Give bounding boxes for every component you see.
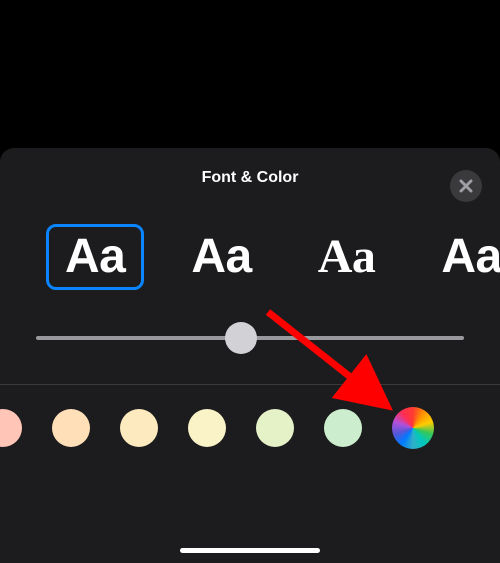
font-options-row: Aa Aa Aa Aa (0, 196, 500, 290)
font-option-serif[interactable]: Aa (299, 224, 395, 290)
font-option-rounded[interactable]: Aa (172, 224, 270, 290)
color-swatch-3[interactable] (188, 409, 226, 447)
home-indicator[interactable] (180, 548, 320, 553)
font-option-sans[interactable]: Aa (46, 224, 144, 290)
color-wheel-button[interactable] (392, 407, 434, 449)
close-icon (459, 179, 473, 193)
color-swatch-row (0, 385, 500, 449)
size-slider[interactable] (36, 322, 464, 354)
close-button[interactable] (450, 170, 482, 202)
panel-title: Font & Color (202, 169, 299, 187)
color-swatch-0[interactable] (0, 409, 22, 447)
slider-thumb[interactable] (225, 322, 257, 354)
panel-header: Font & Color (0, 148, 500, 196)
font-color-panel: Font & Color Aa Aa Aa Aa (0, 148, 500, 563)
color-swatch-1[interactable] (52, 409, 90, 447)
color-swatch-5[interactable] (324, 409, 362, 447)
color-swatch-2[interactable] (120, 409, 158, 447)
color-swatch-4[interactable] (256, 409, 294, 447)
font-option-alt[interactable]: Aa (422, 224, 500, 290)
